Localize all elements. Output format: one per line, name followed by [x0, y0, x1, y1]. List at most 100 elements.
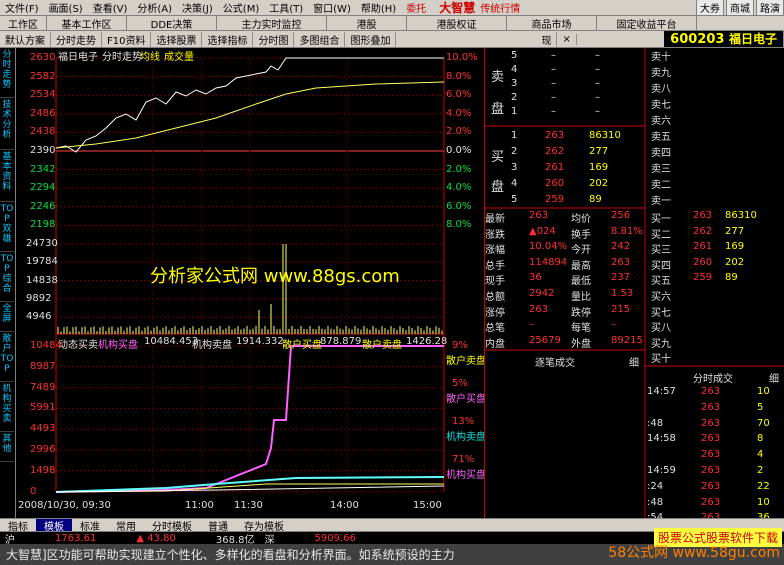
sell-level: 2: [511, 92, 518, 103]
tool-intraday[interactable]: 分时走势: [51, 31, 102, 47]
menu-screen[interactable]: 画面(S): [44, 0, 88, 15]
menu-help[interactable]: 帮助(H): [356, 0, 401, 15]
menu-analysis[interactable]: 分析(A): [132, 0, 177, 15]
sidetab-basic[interactable]: 基本资料: [0, 150, 14, 202]
sidetab-other[interactable]: 其他: [0, 432, 14, 462]
queue-sell-label: 卖十: [651, 52, 671, 63]
tool-intraday-chart[interactable]: 分时图: [253, 31, 295, 47]
ticks-detail-button[interactable]: 细: [769, 370, 779, 385]
tool-select-indicator[interactable]: 选择指标: [202, 31, 254, 47]
sell-level: 4: [511, 64, 518, 75]
price-tick: 2342: [30, 163, 56, 175]
stat-value: 89215: [611, 334, 643, 346]
price-tick: 2198: [30, 219, 56, 231]
nav-hk-stocks[interactable]: 港股: [327, 16, 407, 30]
queue-buy-label: 买八: [651, 323, 671, 335]
nav-hk-warrants[interactable]: 港股权证: [407, 16, 507, 30]
menu-bar: 文件(F) 画面(S) 查看(V) 分析(A) 决策(J) 公式(M) 工具(T…: [0, 0, 784, 16]
flow-tick: 10484: [30, 340, 62, 351]
tick-time: 14:58: [647, 433, 676, 445]
toolbar: 默认方案 分时走势 F10资料 选择股票 选择指标 分时图 多图组合 图形叠加 …: [0, 31, 784, 48]
tick-time: 14:57: [647, 386, 676, 397]
queue-buy-label: 买七: [651, 307, 671, 319]
btab-standard[interactable]: 标准: [72, 519, 108, 532]
buy-volume: 202: [589, 178, 609, 189]
queue-buy-price: 259: [693, 272, 713, 284]
nav-workspace[interactable]: 工作区: [0, 16, 47, 30]
deal-title: 逐笔成交: [535, 358, 575, 369]
menu-decision[interactable]: 决策(J): [177, 0, 218, 15]
stat-label: 总额: [485, 292, 505, 303]
sell-price: –: [551, 64, 556, 75]
tick-price: 263: [701, 496, 721, 508]
price-line: [55, 57, 444, 153]
sidetab-top-double[interactable]: TOP双雄: [0, 202, 14, 252]
present-button[interactable]: 现: [536, 31, 558, 47]
sell-volume: –: [595, 50, 600, 61]
tool-overlay[interactable]: 图形叠加: [345, 31, 397, 47]
nav-main-monitor[interactable]: 主力实时监控: [217, 16, 327, 30]
buy-price: 260: [545, 178, 565, 189]
pct-tick: 8.0%: [446, 70, 472, 82]
sell-price: –: [551, 78, 556, 89]
queue-buy-label: 买九: [651, 338, 671, 350]
legend-average: 均线: [140, 52, 160, 63]
tool-default-scheme[interactable]: 默认方案: [0, 31, 51, 47]
sz-label: 深: [264, 534, 275, 545]
menu-formula[interactable]: 公式(M): [218, 0, 264, 15]
tick-price: 263: [701, 386, 721, 397]
tick-price: 263: [701, 480, 721, 492]
mall-button[interactable]: 商城: [726, 0, 754, 15]
sh-change: ▲ 43.80: [136, 532, 176, 544]
vol-tick: 24730: [26, 238, 58, 249]
stock-code-text: 600203: [670, 31, 725, 47]
buy-label-2: 盘: [491, 180, 505, 195]
sidetab-technical[interactable]: 技术分析: [0, 98, 14, 150]
sidetab-retail-top[interactable]: 散户TOP: [0, 332, 14, 382]
tool-f10[interactable]: F10资料: [102, 31, 152, 47]
menu-view[interactable]: 查看(V): [88, 0, 133, 15]
sh-index: 1763.61: [55, 532, 97, 544]
tool-multi-chart[interactable]: 多图组合: [294, 31, 346, 47]
queue-sell-label: 卖五: [651, 132, 671, 143]
flow-tick: 2996: [30, 444, 56, 455]
btab-normal[interactable]: 普通: [200, 519, 236, 532]
sidetab-intraday[interactable]: 分时走势: [0, 48, 14, 98]
flow-pct: 13%: [452, 416, 475, 427]
vol-tick: 19784: [26, 256, 58, 268]
nav-basic-workspace[interactable]: 基本工作区: [47, 16, 127, 30]
sell-price: –: [551, 50, 556, 61]
menu-file[interactable]: 文件(F): [0, 0, 44, 15]
nav-commodity[interactable]: 商品市场: [507, 16, 597, 30]
deal-detail-button[interactable]: 细: [629, 354, 639, 369]
stat-label: 今开: [571, 245, 591, 257]
top-right-buttons: 大券 商城 路演: [694, 0, 784, 15]
tick-volume: 8: [757, 433, 764, 445]
tick-volume: 70: [757, 417, 770, 429]
btab-intraday-template[interactable]: 分时模板: [144, 519, 200, 532]
roadshow-button[interactable]: 路演: [756, 0, 784, 15]
btab-template[interactable]: 模板: [36, 519, 72, 531]
menu-tools[interactable]: 工具(T): [264, 0, 308, 15]
stat-value: 36: [529, 272, 542, 284]
tool-select-stock[interactable]: 选择股票: [151, 31, 203, 47]
sidetab-fullscreen[interactable]: 全屏: [0, 302, 14, 332]
btab-common[interactable]: 常用: [108, 519, 144, 532]
flow-v1: 10484.453: [144, 336, 199, 347]
btab-indicator[interactable]: 指标: [0, 519, 36, 532]
flow-tick: 0: [30, 485, 37, 497]
btab-save-template[interactable]: 存为模板: [236, 519, 292, 532]
tick-price: 263: [701, 465, 721, 476]
nav-fixed-income[interactable]: 固定收益平台: [597, 16, 697, 30]
dajuan-button[interactable]: 大券: [696, 0, 724, 15]
menu-window[interactable]: 窗口(W): [308, 0, 356, 15]
sell-level: 3: [511, 78, 518, 89]
close-icon[interactable]: ×: [557, 33, 577, 45]
flow-v3: 878.879: [320, 336, 362, 347]
notice-label[interactable]: 委托: [401, 0, 431, 15]
tick-volume: 5: [757, 401, 764, 413]
sidetab-top-comp[interactable]: TOP综合: [0, 252, 14, 302]
brand-slogan: 传统行情: [480, 4, 521, 15]
sidetab-inst-trade[interactable]: 机构买卖: [0, 382, 14, 432]
nav-dde[interactable]: DDE决策: [127, 16, 217, 30]
